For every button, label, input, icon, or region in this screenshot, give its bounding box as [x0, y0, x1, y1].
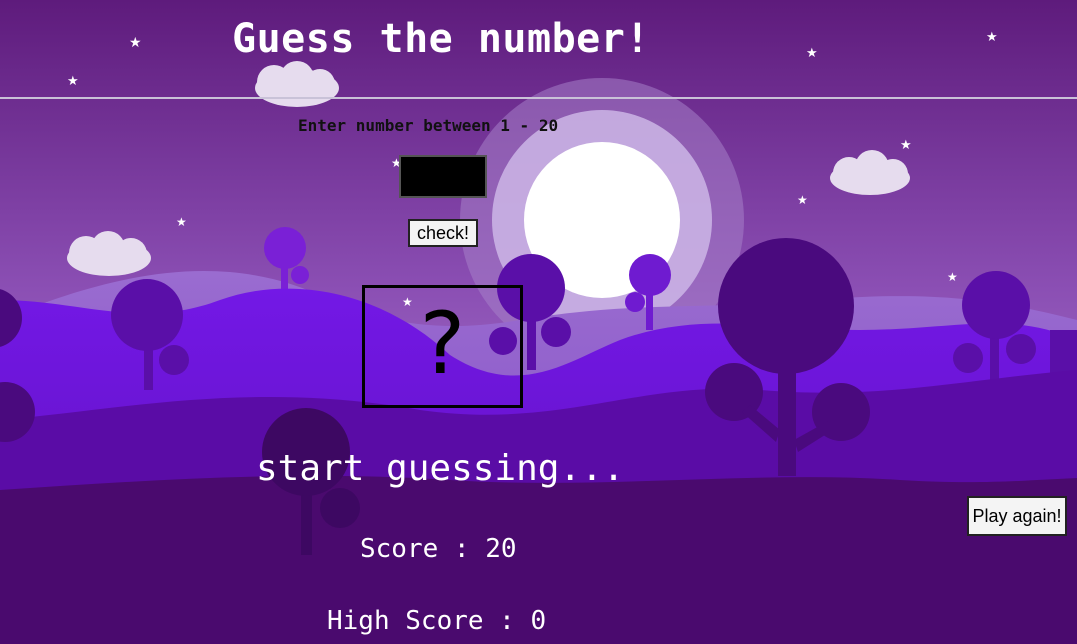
- high-score-value: 0: [530, 606, 547, 636]
- svg-text:★: ★: [797, 193, 808, 207]
- secret-number-box: ?: [362, 285, 523, 408]
- guess-prompt: Enter number between 1 - 20: [298, 116, 559, 135]
- header-divider: [0, 97, 1077, 99]
- secret-number: ?: [419, 293, 466, 394]
- svg-text:★: ★: [986, 30, 998, 45]
- svg-text:★: ★: [806, 46, 818, 61]
- svg-text:★: ★: [900, 138, 912, 153]
- high-score-display: High Score : 0: [327, 606, 546, 636]
- check-button[interactable]: check!: [408, 219, 478, 247]
- score-value: 20: [485, 534, 517, 564]
- score-label: Score :: [360, 534, 470, 564]
- svg-text:★: ★: [176, 215, 187, 229]
- svg-text:★: ★: [129, 35, 142, 51]
- score-display: Score : 20: [360, 534, 517, 564]
- svg-text:★: ★: [67, 74, 79, 89]
- play-again-button[interactable]: Play again!: [967, 496, 1067, 536]
- svg-text:★: ★: [947, 270, 958, 284]
- high-score-label: High Score :: [327, 606, 515, 636]
- page-title: Guess the number!: [232, 16, 650, 62]
- guess-input[interactable]: [399, 155, 487, 198]
- status-message: start guessing...: [256, 448, 625, 489]
